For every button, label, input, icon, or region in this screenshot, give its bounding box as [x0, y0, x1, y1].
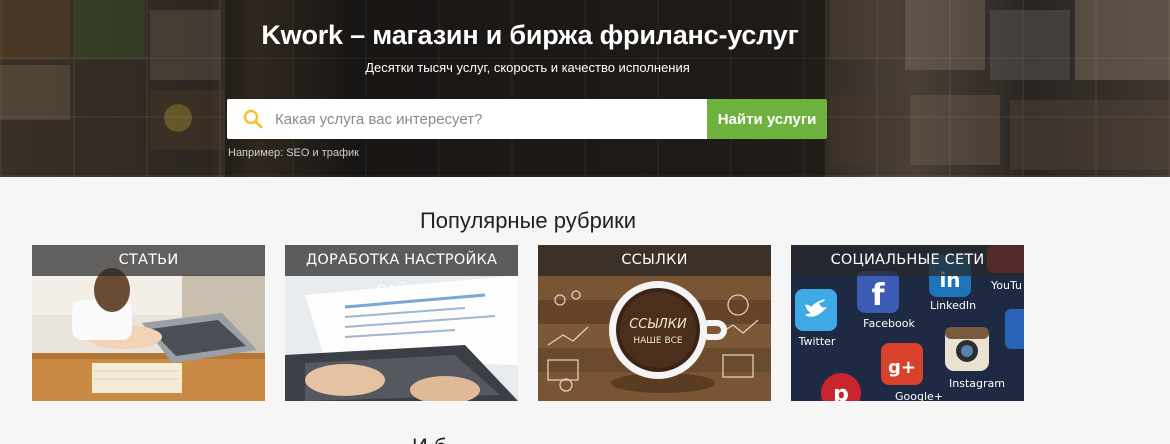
category-label: СОЦИАЛЬНЫЕ СЕТИ: [791, 245, 1024, 276]
youtube-label: YouTu: [990, 279, 1022, 292]
next-section-title: И б: [412, 434, 447, 444]
search-example-link[interactable]: SEO и трафик: [286, 147, 359, 159]
hero-title: Kwork – магазин и биржа фриланс-услуг: [261, 20, 799, 50]
facebook-label: Facebook: [863, 317, 915, 330]
links-badge-line2: НАШЕ ВСЕ: [633, 336, 683, 346]
svg-text:g+: g+: [888, 357, 916, 378]
category-label: ССЫЛКИ: [538, 245, 771, 276]
hero-banner: Kwork – магазин и биржа фриланс-услуг Де…: [0, 0, 1170, 177]
category-label: СТАТЬИ: [32, 245, 265, 276]
category-label: ДОРАБОТКА НАСТРОЙКА САЙТА: [285, 245, 518, 299]
twitter-label: Twitter: [798, 335, 836, 348]
category-card-articles[interactable]: СТАТЬИ: [32, 245, 265, 401]
popular-categories-title: Популярные рубрики: [419, 208, 637, 233]
google-plus-label: Google+: [895, 390, 943, 401]
hero-subtitle: Десятки тысяч услуг, скорость и качество…: [365, 60, 690, 75]
instagram-label: Instagram: [949, 377, 1005, 390]
search-button[interactable]: Найти услуги: [707, 99, 827, 139]
search-box[interactable]: [227, 99, 707, 139]
svg-text:f: f: [871, 278, 885, 313]
linkedin-label: LinkedIn: [930, 299, 976, 312]
svg-text:p: p: [833, 382, 849, 401]
category-card-links[interactable]: ССЫЛКИ НАШЕ ВСЕ ССЫЛКИ: [538, 245, 771, 401]
search-example: Например: SEO и трафик: [228, 147, 359, 159]
search-input[interactable]: [275, 99, 695, 139]
category-card-website-setup[interactable]: ДОРАБОТКА НАСТРОЙКА САЙТА: [285, 245, 518, 401]
search-icon: [243, 109, 263, 129]
search-example-prefix: Например:: [228, 147, 284, 159]
category-card-social[interactable]: Twitter f Facebook in LinkedIn YouTu Ins…: [791, 245, 1024, 401]
links-badge-line1: ССЫЛКИ: [629, 317, 687, 332]
